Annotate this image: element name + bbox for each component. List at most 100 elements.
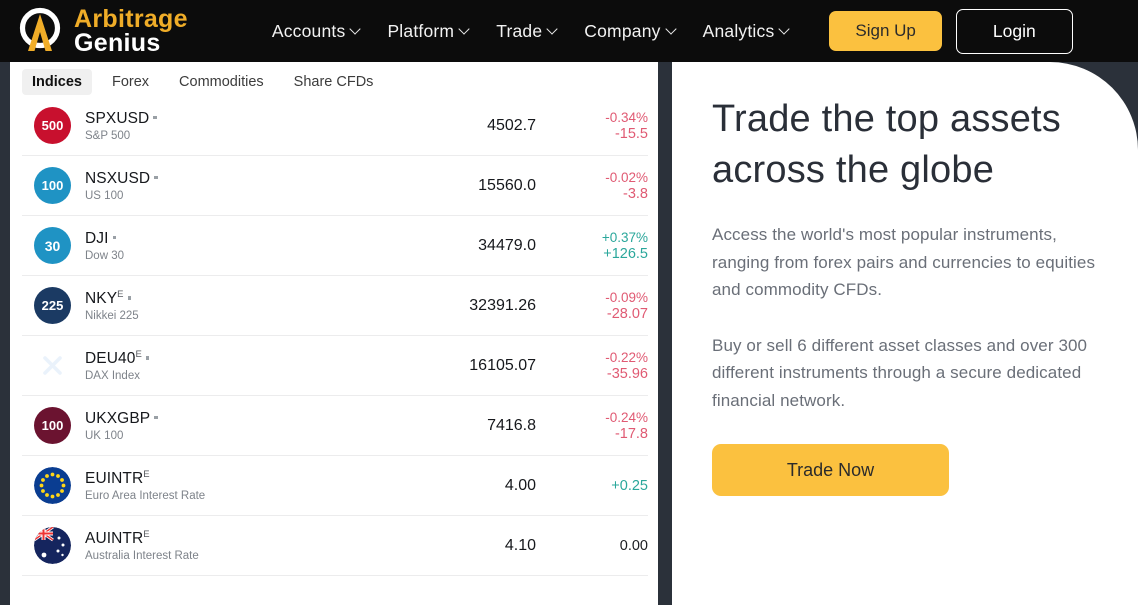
instrument-symbol: NKYE [85, 289, 432, 308]
hero-paragraph-2: Buy or sell 6 different asset classes an… [712, 335, 1088, 410]
change-absolute: -17.8 [614, 425, 648, 442]
instrument-price: 7416.8 [487, 416, 536, 434]
instrument-name: US 100 [85, 189, 124, 202]
main-nav: Accounts Platform Trade Company Analytic… [272, 21, 790, 42]
instrument-row[interactable]: EUINTRE Euro Area Interest Rate 4.00 +0.25 [22, 456, 648, 516]
asset-class-tabs: Indices Forex Commodities Share CFDs [10, 62, 658, 96]
instrument-list: 500 SPXUSD S&P 500 4502.7 -0.34% -15.5 100 NSXU… [10, 96, 658, 576]
tab-share-cfds[interactable]: Share CFDs [284, 69, 384, 95]
nikkei225-badge-icon: 225 [34, 287, 71, 324]
instrument-symbol: NSXUSD [85, 170, 432, 188]
instrument-names: AUINTRE Australia Interest Rate [85, 529, 432, 562]
instrument-price: 16105.07 [469, 356, 536, 374]
change-absolute: -3.8 [623, 185, 648, 202]
nav-item-trade[interactable]: Trade [496, 21, 557, 42]
instrument-symbol: EUINTRE [85, 468, 150, 488]
nav-label: Analytics [702, 20, 775, 41]
instrument-names: EUINTRE Euro Area Interest Rate [85, 469, 432, 502]
status-dot-icon [145, 356, 150, 360]
instrument-price: 15560.0 [478, 176, 536, 194]
instrument-change: -0.34% -15.5 [562, 110, 648, 142]
change-absolute: +0.25 [611, 477, 648, 494]
page-stage: Indices Forex Commodities Share CFDs 500 SPX… [0, 62, 1138, 605]
change-absolute: -15.5 [614, 125, 648, 142]
instrument-row[interactable]: 225 NKYE Nikkei 225 32391.26 -0.09% -28.07 [22, 276, 648, 336]
chevron-down-icon [667, 25, 676, 34]
instrument-names: UKXGBP UK 100 [85, 410, 432, 442]
instrument-names: DJI Dow 30 [85, 230, 432, 262]
change-absolute: -28.07 [606, 305, 648, 322]
sign-up-button[interactable]: Sign Up [829, 11, 942, 51]
hero-panel-surface: Trade the top assets across the globe Ac… [672, 62, 1138, 605]
instrument-name: Euro Area Interest Rate [85, 490, 206, 503]
instrument-change: +0.37% +126.5 [562, 230, 648, 262]
change-percent: -0.02% [605, 169, 648, 185]
dow30-badge-icon: 30 [34, 227, 71, 264]
instrument-row[interactable]: 100 NSXUSD US 100 15560.0 -0.02% -3.8 [22, 156, 648, 216]
instrument-row[interactable]: AUINTRE Australia Interest Rate 4.10 0.00 [22, 516, 648, 576]
nav-label: Platform [387, 20, 455, 41]
nav-item-platform[interactable]: Platform [387, 21, 469, 42]
hero-title: Trade the top assets across the globe [712, 98, 1062, 191]
tab-commodities[interactable]: Commodities [169, 69, 274, 95]
instrument-change: -0.24% -17.8 [562, 410, 648, 442]
status-dot-icon [153, 115, 157, 120]
hero-panel: Trade the top assets across the globe Ac… [672, 62, 1138, 605]
chevron-down-icon [351, 25, 360, 34]
instrument-name: UK 100 [85, 429, 124, 442]
change-percent: -0.09% [605, 289, 648, 305]
trade-now-button[interactable]: Trade Now [712, 444, 949, 497]
tab-indices[interactable]: Indices [22, 69, 92, 95]
login-button[interactable]: Login [955, 8, 1073, 54]
tab-forex[interactable]: Forex [102, 69, 159, 95]
instrument-name: S&P 500 [85, 129, 131, 142]
instrument-symbol: AUINTRE [85, 528, 150, 548]
instrument-name: Dow 30 [85, 249, 124, 262]
instrument-symbol: DEU40E [85, 349, 432, 368]
instrument-change: -0.02% -3.8 [562, 170, 648, 202]
change-percent: -0.22% [605, 349, 648, 365]
brand-line-1: Arbitrage [74, 4, 188, 33]
instrument-row[interactable]: 30 DJI Dow 30 34479.0 +0.37% +126.5 [22, 216, 648, 276]
change-absolute: 0.00 [619, 537, 648, 554]
chevron-down-icon [548, 25, 557, 34]
instrument-names: SPXUSD S&P 500 [85, 110, 432, 142]
status-dot-icon [154, 175, 158, 180]
instrument-row[interactable]: 100 UKXGBP UK 100 7416.8 -0.24% -17.8 [22, 396, 648, 456]
brand-logo[interactable]: Arbitrage Genius [14, 5, 188, 57]
instrument-row[interactable]: 500 SPXUSD S&P 500 4502.7 -0.34% -15.5 [22, 96, 648, 156]
instrument-symbol: DJI [85, 230, 432, 248]
uk100-badge-icon: 100 [34, 407, 71, 444]
nav-item-analytics[interactable]: Analytics [703, 21, 790, 42]
instrument-change: -0.22% -35.96 [562, 350, 648, 382]
instrument-names: NSXUSD US 100 [85, 170, 432, 202]
nav-label: Company [584, 20, 661, 41]
hero-paragraph-1: Access the world's most popular instrume… [712, 225, 1096, 300]
instrument-names: NKYE Nikkei 225 [85, 289, 432, 322]
instrument-change: +0.25 [562, 478, 648, 494]
instrument-name: DAX Index [85, 370, 140, 383]
arbitrage-genius-logo-icon [14, 5, 66, 57]
nav-label: Accounts [271, 20, 346, 41]
us100-badge-icon: 100 [34, 167, 71, 204]
nav-label: Trade [496, 20, 543, 41]
chevron-down-icon [460, 25, 469, 34]
status-dot-icon [154, 415, 158, 420]
change-percent: -0.34% [605, 109, 648, 125]
change-percent: -0.24% [605, 409, 648, 425]
nav-item-accounts[interactable]: Accounts [272, 21, 361, 42]
eu-flag-icon [34, 467, 71, 504]
brand-line-2: Genius [74, 29, 161, 57]
change-absolute: +126.5 [603, 245, 648, 262]
instrument-price: 32391.26 [469, 296, 536, 314]
instrument-name: Nikkei 225 [85, 310, 139, 323]
change-absolute: -35.96 [606, 365, 648, 382]
instrument-price: 4.00 [504, 476, 536, 494]
instrument-symbol: UKXGBP [85, 410, 432, 428]
instrument-symbol: SPXUSD [85, 110, 432, 128]
instrument-name: Australia Interest Rate [85, 550, 199, 563]
nav-item-company[interactable]: Company [584, 21, 675, 42]
instrument-names: DEU40E DAX Index [85, 349, 432, 382]
instrument-change: -0.09% -28.07 [562, 290, 648, 322]
instrument-row[interactable]: DEU40E DAX Index 16105.07 -0.22% -35.96 [22, 336, 648, 396]
